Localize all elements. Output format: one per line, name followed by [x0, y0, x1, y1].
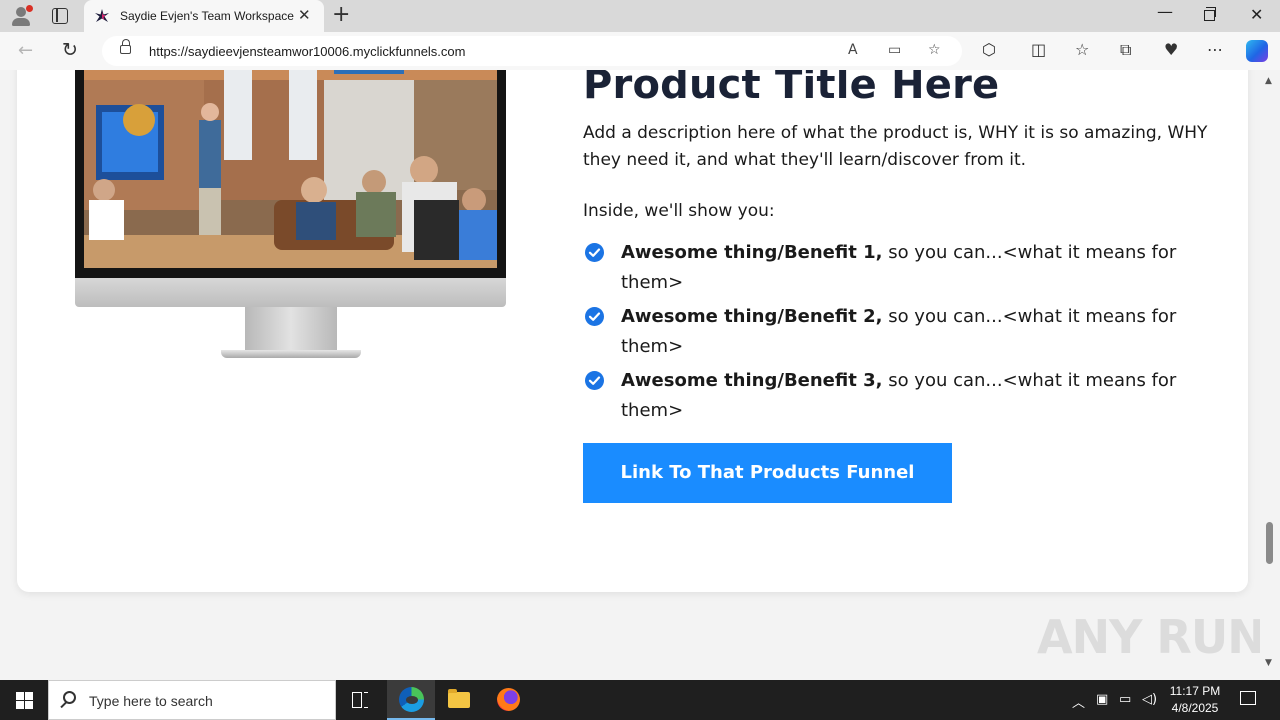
- url-text[interactable]: https://saydieevjensteamwor10006.myclick…: [149, 44, 465, 59]
- anyrun-watermark: ANY RUN: [1037, 610, 1260, 664]
- product-funnel-button[interactable]: Link To That Products Funnel: [583, 443, 952, 503]
- check-circle-icon: [585, 371, 604, 390]
- profile-icon[interactable]: [10, 5, 33, 27]
- tab-close-icon[interactable]: ✕: [298, 7, 311, 23]
- file-explorer-icon[interactable]: [435, 680, 483, 720]
- read-aloud-icon[interactable]: A: [848, 42, 858, 58]
- taskbar-clock[interactable]: 11:17 PM 4/8/2025: [1160, 683, 1230, 717]
- favorites-icon[interactable]: ☆: [1075, 40, 1089, 59]
- close-window-button[interactable]: ✕: [1250, 5, 1263, 24]
- favorite-icon[interactable]: ☆: [928, 42, 941, 58]
- monitor-screen: [75, 70, 506, 278]
- tab-strip: Saydie Evjen's Team Workspace ✕ + — ✕: [0, 0, 1280, 32]
- windows-taskbar: Type here to search ︿ ▣ ▭ ◁) 11:17 PM 4/…: [0, 680, 1280, 720]
- scroll-down-icon[interactable]: ▼: [1265, 658, 1272, 668]
- clock-time: 11:17 PM: [1169, 684, 1221, 698]
- taskbar-search-box[interactable]: Type here to search: [48, 680, 336, 720]
- copilot-icon[interactable]: [1246, 40, 1268, 62]
- page-scrollbar[interactable]: ▲ ▼: [1260, 70, 1280, 680]
- check-circle-icon: [585, 243, 604, 262]
- scrollbar-thumb[interactable]: [1266, 522, 1273, 564]
- address-bar[interactable]: https://saydieevjensteamwor10006.myclick…: [102, 36, 962, 66]
- benefit-list: Awesome thing/Benefit 1, so you can...<w…: [583, 238, 1203, 430]
- new-tab-button[interactable]: +: [332, 4, 350, 26]
- benefit-title: Awesome thing/Benefit 2,: [621, 306, 883, 327]
- inside-label: Inside, we'll show you:: [583, 201, 775, 221]
- extensions-icon[interactable]: ⬡: [982, 40, 996, 59]
- minimize-button[interactable]: —: [1157, 2, 1173, 21]
- site-favicon-icon: [95, 9, 109, 22]
- performance-icon[interactable]: ♥: [1164, 40, 1178, 59]
- monitor-foot: [221, 350, 361, 358]
- monitor-image: [75, 70, 506, 360]
- maximize-button[interactable]: [1204, 7, 1216, 21]
- reload-icon[interactable]: ↻: [62, 39, 78, 61]
- tab-actions-icon[interactable]: [52, 8, 68, 24]
- scroll-up-icon[interactable]: ▲: [1265, 76, 1272, 86]
- benefit-item: Awesome thing/Benefit 1, so you can...<w…: [583, 238, 1203, 302]
- clock-date: 4/8/2025: [1171, 701, 1219, 715]
- team-meeting-photo: [84, 70, 497, 268]
- task-view-icon[interactable]: [336, 680, 384, 720]
- benefit-title: Awesome thing/Benefit 3,: [621, 370, 883, 391]
- tray-chevron-icon[interactable]: ︿: [1072, 692, 1085, 711]
- check-circle-icon: [585, 307, 604, 326]
- benefit-item: Awesome thing/Benefit 3, so you can...<w…: [583, 366, 1203, 430]
- edge-icon[interactable]: [387, 680, 435, 720]
- immersive-reader-icon[interactable]: ▭: [888, 42, 901, 58]
- benefit-item: Awesome thing/Benefit 2, so you can...<w…: [583, 302, 1203, 366]
- split-screen-icon[interactable]: ◫: [1031, 40, 1046, 59]
- search-placeholder: Type here to search: [89, 693, 213, 709]
- page-viewport: Product Title Here Add a description her…: [0, 70, 1260, 680]
- tray-device-icon[interactable]: ▣: [1096, 692, 1108, 707]
- monitor-stand: [245, 307, 337, 351]
- collections-icon[interactable]: ⧉: [1120, 40, 1131, 60]
- tab-title: Saydie Evjen's Team Workspace: [120, 9, 294, 23]
- windows-start-icon[interactable]: [0, 680, 48, 720]
- lock-icon[interactable]: [120, 39, 131, 54]
- product-title: Product Title Here: [583, 70, 1000, 108]
- product-description: Add a description here of what the produ…: [583, 123, 1208, 170]
- monitor-chin: [75, 278, 506, 307]
- network-icon[interactable]: ▭: [1119, 692, 1131, 707]
- product-card: Product Title Here Add a description her…: [17, 70, 1248, 592]
- tab-active[interactable]: Saydie Evjen's Team Workspace ✕: [84, 0, 324, 32]
- more-icon[interactable]: ⋯: [1207, 40, 1223, 59]
- firefox-icon[interactable]: [484, 680, 532, 720]
- search-icon: [63, 691, 76, 704]
- benefit-title: Awesome thing/Benefit 1,: [621, 242, 883, 263]
- notification-icon[interactable]: [1240, 691, 1256, 705]
- volume-icon[interactable]: ◁): [1142, 692, 1157, 707]
- back-icon[interactable]: ←: [18, 40, 33, 61]
